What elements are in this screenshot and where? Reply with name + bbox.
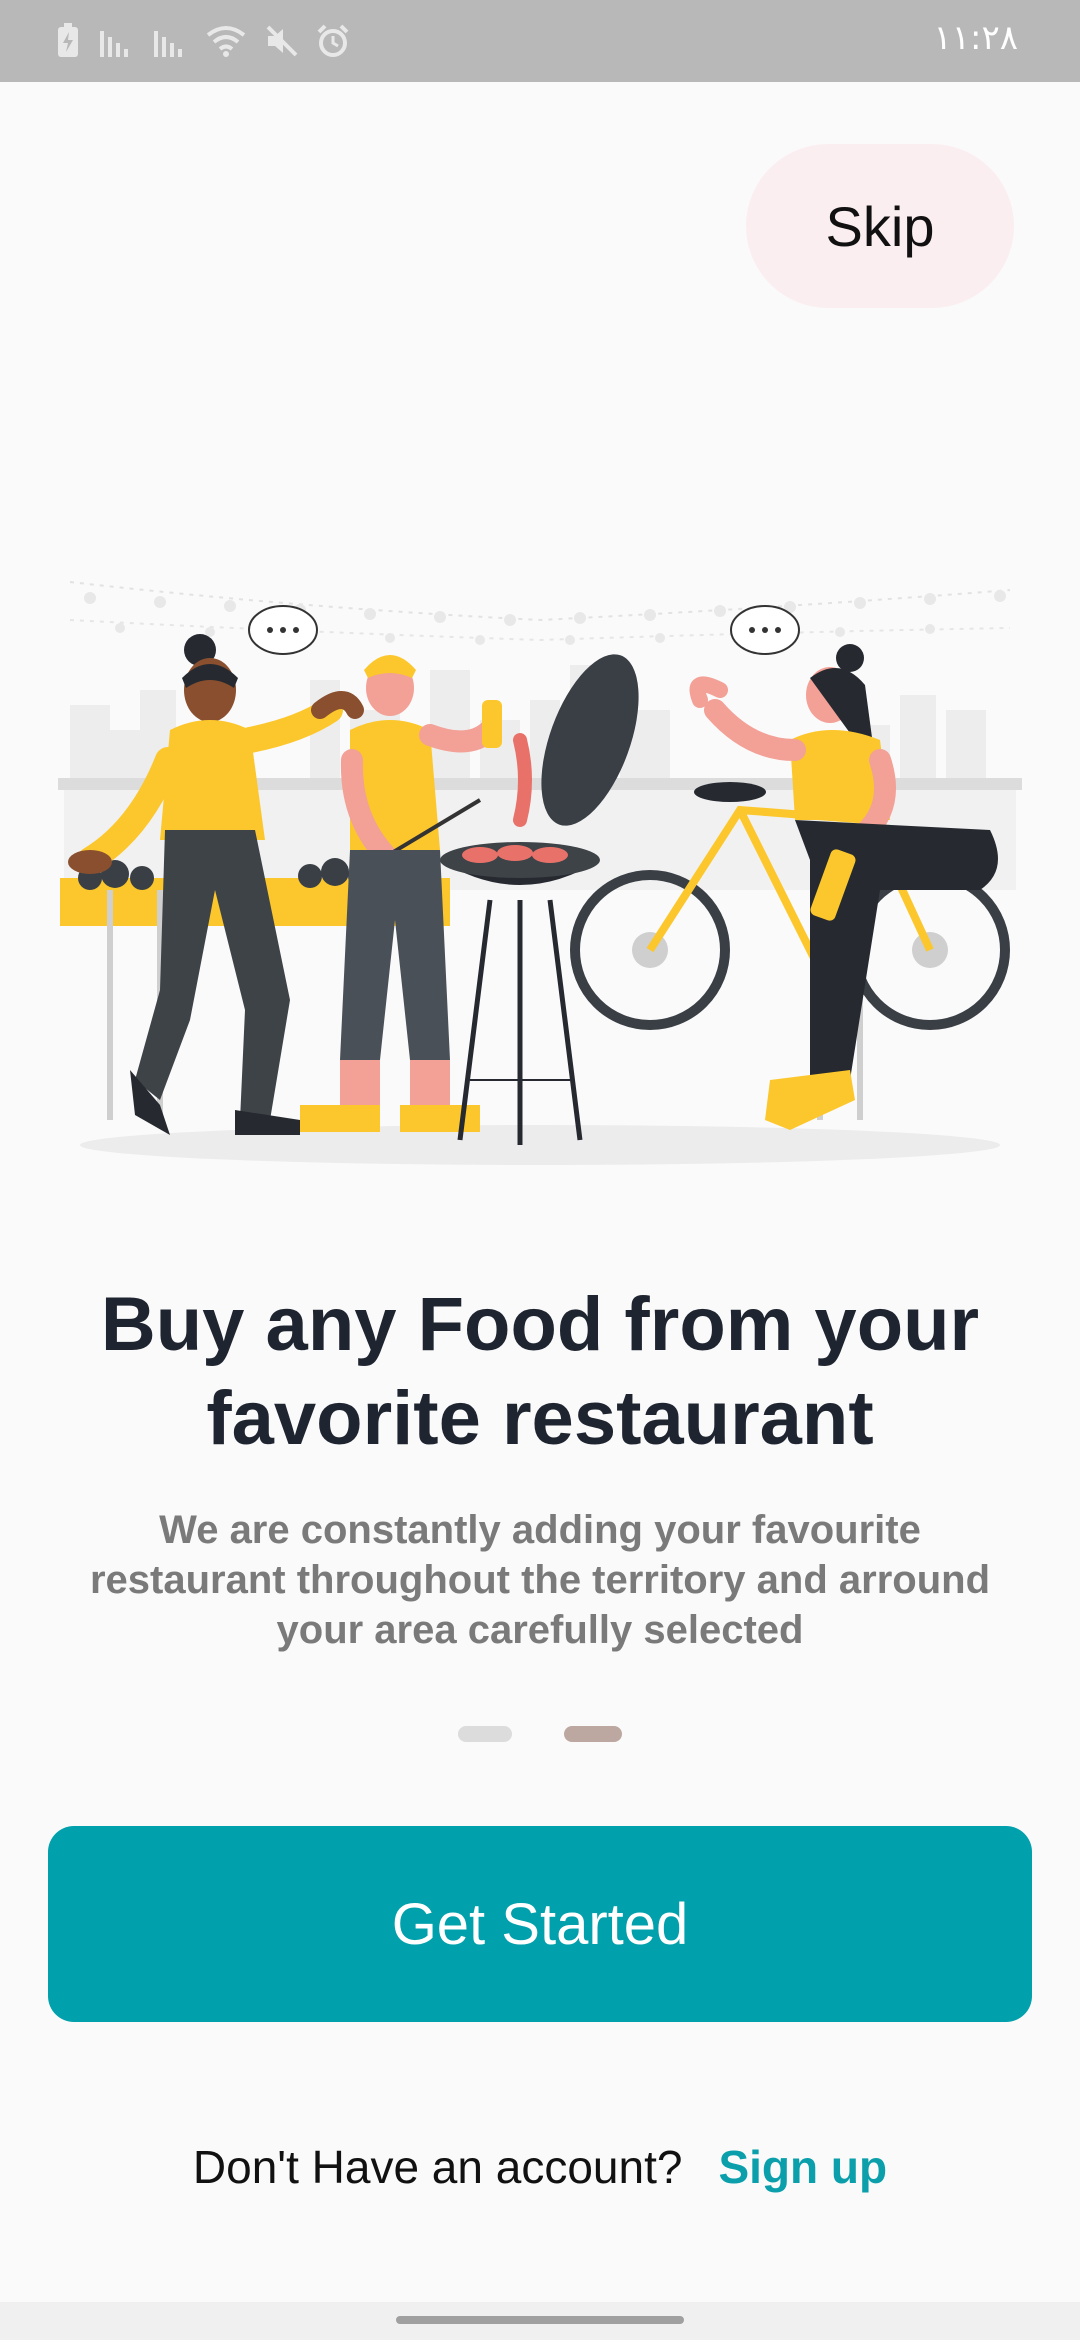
battery-charging-icon xyxy=(58,23,78,57)
page-dot-1[interactable] xyxy=(458,1726,512,1742)
status-icons xyxy=(56,20,350,62)
wifi-icon xyxy=(206,26,246,57)
skip-button[interactable]: Skip xyxy=(746,144,1014,308)
home-indicator[interactable] xyxy=(396,2316,684,2324)
onboarding-subtitle: We are constantly adding your favourite … xyxy=(89,1508,991,1652)
get-started-button[interactable]: Get Started xyxy=(48,1826,1032,2022)
status-time: ۱۱:۲۸ xyxy=(933,18,1018,58)
mute-icon xyxy=(266,25,298,57)
signal-icon xyxy=(154,31,182,57)
sign-up-link[interactable]: Sign up xyxy=(718,2140,887,2194)
barbecue-party-illustration xyxy=(58,581,1022,1165)
signal-icon xyxy=(100,31,128,57)
signup-prompt: Don't Have an account? Sign up xyxy=(0,2140,1080,2194)
status-bar: ۱۱:۲۸ xyxy=(0,0,1080,82)
alarm-icon xyxy=(317,24,349,57)
onboarding-headline: Buy any Food from your favorite restaura… xyxy=(100,1282,980,1461)
onboarding-screen: ۱۱:۲۸ Skip Buy any Food from your favori… xyxy=(0,0,1080,2340)
no-account-text: Don't Have an account? xyxy=(192,2141,683,2193)
page-indicator xyxy=(458,1726,622,1742)
page-dot-2-active[interactable] xyxy=(564,1726,622,1742)
